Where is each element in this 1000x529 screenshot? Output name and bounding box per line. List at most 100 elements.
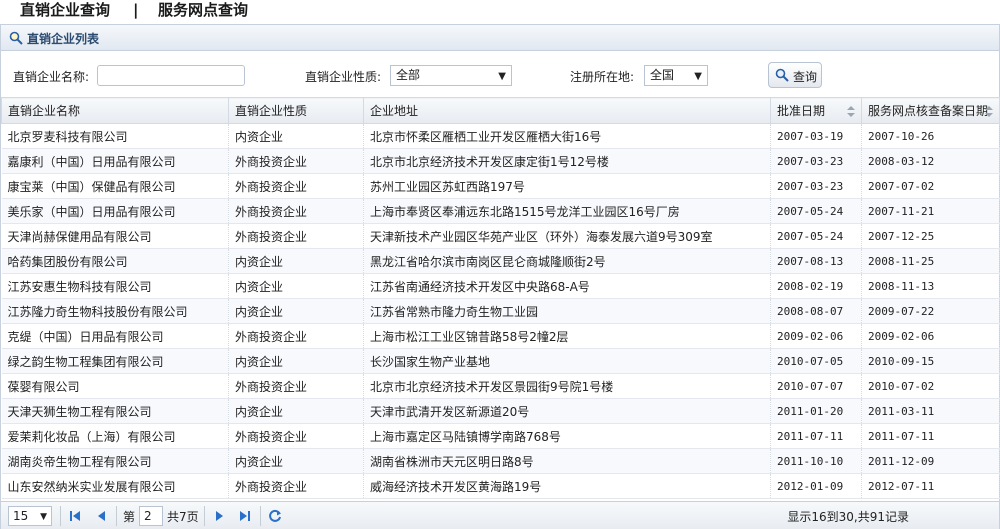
enterprise-name-input[interactable] [97,65,245,86]
filing-date-cell: 2009-02-06 [861,323,1000,349]
column-header-approval-date-label: 批准日期 [777,104,826,118]
region-select-value: 全国 [650,68,675,82]
table-row[interactable]: 葆婴有限公司 外商投资企业 北京市北京经济技术开发区景园街9号院1号楼 2010-07… [1,373,1000,399]
enterprise-address-cell: 长沙国家生物产业基地 [363,348,771,374]
pager-divider [60,506,61,526]
enterprise-name-cell: 康宝莱（中国）保健品有限公司 [1,173,229,199]
approval-date-cell: 2008-02-19 [770,273,862,299]
enterprise-address-cell: 黑龙江省哈尔滨市南岗区昆仑商城隆顺街2号 [363,248,771,274]
filing-date-cell: 2011-12-09 [861,448,1000,474]
enterprise-nature-cell: 外商投资企业 [228,323,364,349]
search-icon [9,31,23,45]
table-row[interactable]: 天津尚赫保健用品有限公司 外商投资企业 天津新技术产业园区华苑产业区（环外）海泰发展… [1,223,1000,249]
search-form: 直销企业名称: 直销企业性质: 全部 ▼ 注册所在地: 全国 ▼ 查询 [1,52,999,97]
dropdown-arrow-icon: ▼ [694,71,702,82]
approval-date-cell: 2009-02-06 [770,323,862,349]
first-page-icon[interactable] [67,508,83,524]
filing-date-cell: 2010-07-02 [861,373,1000,399]
filing-date-cell: 2009-07-22 [861,298,1000,324]
approval-date-cell: 2010-07-07 [770,373,862,399]
column-header-approval-date[interactable]: 批准日期 [770,97,862,124]
table-row[interactable]: 湖南炎帝生物工程有限公司 内资企业 湖南省株洲市天元区明日路8号 2011-10-10… [1,448,1000,474]
approval-date-cell: 2007-08-13 [770,248,862,274]
enterprise-address-cell: 江苏省南通经济技术开发区中央路68-A号 [363,273,771,299]
table-row[interactable]: 绿之韵生物工程集团有限公司 内资企业 长沙国家生物产业基地 2010-07-05 201… [1,348,1000,374]
enterprise-nature-cell: 内资企业 [228,348,364,374]
enterprise-name-cell: 山东安然纳米实业发展有限公司 [1,473,229,499]
enterprise-name-cell: 克缇（中国）日用品有限公司 [1,323,229,349]
table-row[interactable]: 江苏安惠生物科技有限公司 内资企业 江苏省南通经济技术开发区中央路68-A号 2008… [1,273,1000,299]
enterprise-list-panel: 直销企业列表 直销企业名称: 直销企业性质: 全部 ▼ 注册所在地: 全国 ▼ … [0,24,1000,529]
filing-date-cell: 2007-11-21 [861,198,1000,224]
nature-label: 直销企业性质: [305,70,382,84]
enterprise-name-cell: 嘉康利（中国）日用品有限公司 [1,148,229,174]
column-header-nature[interactable]: 直销企业性质 [228,97,364,124]
dropdown-arrow-icon: ▼ [498,71,506,82]
enterprise-address-cell: 湖南省株洲市天元区明日路8号 [363,448,771,474]
filing-date-cell: 2012-07-11 [861,473,1000,499]
current-page-input[interactable]: 2 [139,506,163,526]
query-button[interactable]: 查询 [768,62,822,88]
region-select[interactable]: 全国 ▼ [644,65,708,86]
enterprise-address-cell: 北京市北京经济技术开发区康定街1号12号楼 [363,148,771,174]
search-icon [775,68,789,82]
approval-date-cell: 2007-03-23 [770,173,862,199]
table-row[interactable]: 北京罗麦科技有限公司 内资企业 北京市怀柔区雁栖工业开发区雁栖大街16号 2007-0… [1,123,1000,149]
pager-divider [116,506,117,526]
tab-service-outlet-query[interactable]: 服务网点查询 [158,0,248,20]
enterprise-name-cell: 江苏安惠生物科技有限公司 [1,273,229,299]
prev-page-icon[interactable] [93,508,109,524]
enterprise-nature-cell: 内资企业 [228,298,364,324]
table-row[interactable]: 嘉康利（中国）日用品有限公司 外商投资企业 北京市北京经济技术开发区康定街1号12号… [1,148,1000,174]
table-row[interactable]: 山东安然纳米实业发展有限公司 外商投资企业 威海经济技术开发区黄海路19号 2012-… [1,473,1000,499]
next-page-icon[interactable] [212,508,228,524]
last-page-icon[interactable] [237,508,253,524]
enterprise-nature-cell: 外商投资企业 [228,148,364,174]
table-row[interactable]: 克缇（中国）日用品有限公司 外商投资企业 上海市松江工业区锦昔路58号2幢2层 200… [1,323,1000,349]
page-total: 共7页 [167,510,199,524]
table-header-row: 直销企业名称 直销企业性质 企业地址 批准日期 服务网点核查备案日期 [1,97,1000,124]
name-label: 直销企业名称: [13,70,90,84]
enterprise-name-cell: 绿之韵生物工程集团有限公司 [1,348,229,374]
enterprise-nature-cell: 内资企业 [228,123,364,149]
column-header-filing-date-label: 服务网点核查备案日期 [868,104,989,118]
table-row[interactable]: 美乐家（中国）日用品有限公司 外商投资企业 上海市奉贤区奉浦远东北路1515号龙洋工… [1,198,1000,224]
enterprise-nature-cell: 内资企业 [228,398,364,424]
approval-date-cell: 2008-08-07 [770,298,862,324]
filing-date-cell: 2008-11-13 [861,273,1000,299]
table-row[interactable]: 康宝莱（中国）保健品有限公司 外商投资企业 苏州工业园区苏虹西路197号 2007-0… [1,173,1000,199]
column-header-name[interactable]: 直销企业名称 [1,97,229,124]
table-row[interactable]: 江苏隆力奇生物科技股份有限公司 内资企业 江苏省常熟市隆力奇生物工业园 2008-08… [1,298,1000,324]
enterprise-address-cell: 上海市奉贤区奉浦远东北路1515号龙洋工业园区16号厂房 [363,198,771,224]
column-header-filing-date[interactable]: 服务网点核查备案日期 [861,97,1000,124]
enterprise-name-cell: 天津尚赫保健用品有限公司 [1,223,229,249]
table-row[interactable]: 爱茉莉化妆品（上海）有限公司 外商投资企业 上海市嘉定区马陆镇博学南路768号 201… [1,423,1000,449]
enterprise-address-cell: 上海市嘉定区马陆镇博学南路768号 [363,423,771,449]
enterprise-address-cell: 天津市武清开发区新源道20号 [363,398,771,424]
column-header-address[interactable]: 企业地址 [363,97,771,124]
approval-date-cell: 2011-10-10 [770,448,862,474]
nature-select[interactable]: 全部 ▼ [390,65,512,86]
enterprise-name-cell: 美乐家（中国）日用品有限公司 [1,198,229,224]
page-size-select[interactable]: 15 ▼ [8,506,52,526]
enterprise-name-cell: 爱茉莉化妆品（上海）有限公司 [1,423,229,449]
query-button-label: 查询 [793,70,818,84]
filing-date-cell: 2011-03-11 [861,398,1000,424]
sort-icon[interactable] [847,106,855,117]
enterprise-nature-cell: 外商投资企业 [228,223,364,249]
enterprise-address-cell: 苏州工业园区苏虹西路197号 [363,173,771,199]
table-row[interactable]: 天津天狮生物工程有限公司 内资企业 天津市武清开发区新源道20号 2011-01-20… [1,398,1000,424]
dropdown-arrow-icon: ▼ [40,512,47,522]
filing-date-cell: 2010-09-15 [861,348,1000,374]
enterprise-name-cell: 北京罗麦科技有限公司 [1,123,229,149]
enterprise-nature-cell: 内资企业 [228,448,364,474]
enterprise-name-cell: 哈药集团股份有限公司 [1,248,229,274]
approval-date-cell: 2007-05-24 [770,223,862,249]
refresh-icon[interactable] [267,508,283,524]
table-row[interactable]: 哈药集团股份有限公司 内资企业 黑龙江省哈尔滨市南岗区昆仑商城隆顺街2号 2007-0… [1,248,1000,274]
filing-date-cell: 2008-11-25 [861,248,1000,274]
sort-icon[interactable] [985,106,993,117]
pagination-bar: 15 ▼ 第 2 共7页 显示16到30,共91记录 [1,501,999,529]
tab-direct-sales-query[interactable]: 直销企业查询 [20,0,110,20]
enterprise-address-cell: 上海市松江工业区锦昔路58号2幢2层 [363,323,771,349]
